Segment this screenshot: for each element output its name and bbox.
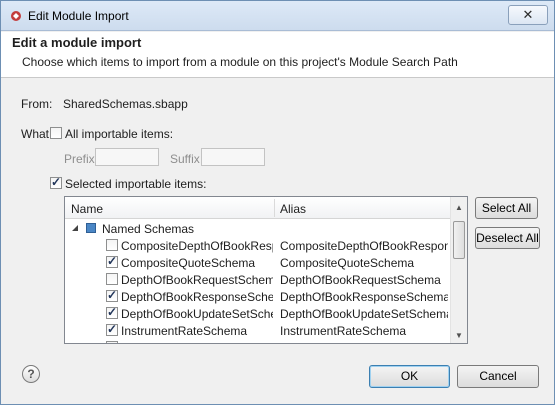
row-alias[interactable]: CompositeQuoteSchema	[280, 256, 448, 270]
from-value: SharedSchemas.sbapp	[63, 97, 188, 111]
row-name: CompositeDepthOfBookResponseSchema	[121, 239, 273, 253]
edit-module-import-dialog: Edit Module Import ✕ Edit a module impor…	[0, 0, 555, 405]
selected-items-label: Selected importable items:	[65, 177, 207, 191]
column-divider[interactable]	[274, 199, 275, 217]
close-button[interactable]: ✕	[508, 5, 548, 25]
row-alias[interactable]: DepthOfBookUpdateSetSchema	[280, 307, 448, 321]
cancel-button[interactable]: Cancel	[457, 365, 539, 388]
table-row[interactable]: DepthOfBookUpdateSetSchema DepthOfBookUpd…	[65, 305, 451, 322]
row-checkbox[interactable]	[106, 239, 118, 251]
select-all-button[interactable]: Select All	[475, 197, 538, 219]
table-row[interactable]: InstrumentSchema InstrumentSchema	[65, 339, 451, 343]
table-header: Name Alias	[65, 197, 467, 219]
row-checkbox[interactable]	[106, 288, 118, 302]
row-alias[interactable]: CompositeDepthOfBookResponseSchema	[280, 239, 448, 253]
table-row[interactable]: CompositeQuoteSchema CompositeQuoteSchema	[65, 254, 451, 271]
row-name: InstrumentRateSchema	[121, 324, 248, 338]
window-title: Edit Module Import	[28, 9, 129, 23]
row-checkbox[interactable]	[106, 341, 118, 343]
from-label: From:	[21, 97, 53, 111]
row-name: DepthOfBookRequestSchema	[121, 273, 273, 287]
selected-items-checkbox[interactable]	[50, 175, 62, 189]
prefix-label: Prefix	[64, 152, 95, 166]
row-name: DepthOfBookUpdateSetSchema	[121, 307, 273, 321]
table-row[interactable]: CompositeDepthOfBookResponseSchema Compos…	[65, 237, 451, 254]
row-name: InstrumentSchema	[121, 341, 273, 343]
column-header-alias[interactable]: Alias	[280, 202, 306, 216]
scroll-up-icon[interactable]: ▲	[455, 203, 463, 212]
row-name: DepthOfBookResponseSchema	[121, 290, 273, 304]
row-checkbox[interactable]	[106, 305, 118, 319]
scroll-down-icon[interactable]: ▼	[455, 331, 463, 340]
group-row[interactable]: ◢ Named Schemas	[65, 220, 451, 237]
dialog-header: Edit a module import Choose which items …	[1, 32, 554, 78]
prefix-input[interactable]	[95, 148, 159, 166]
suffix-label: Suffix	[170, 152, 200, 166]
scroll-thumb[interactable]	[453, 221, 465, 259]
row-alias[interactable]: InstrumentRateSchema	[280, 324, 448, 338]
table-row[interactable]: DepthOfBookRequestSchema DepthOfBookReque…	[65, 271, 451, 288]
row-alias[interactable]: DepthOfBookResponseSchema	[280, 290, 448, 304]
all-items-checkbox[interactable]	[50, 127, 62, 139]
group-label: Named Schemas	[102, 222, 195, 236]
title-bar: Edit Module Import ✕	[1, 1, 554, 31]
row-alias[interactable]: InstrumentSchema	[280, 341, 448, 343]
row-checkbox[interactable]	[106, 322, 118, 336]
table-row[interactable]: DepthOfBookResponseSchema DepthOfBookResp…	[65, 288, 451, 305]
help-icon[interactable]: ?	[22, 365, 40, 383]
row-name: CompositeQuoteSchema	[121, 256, 256, 270]
column-header-name[interactable]: Name	[71, 202, 103, 216]
dialog-heading: Edit a module import	[12, 35, 142, 50]
collapse-triangle-icon[interactable]: ◢	[72, 223, 78, 232]
suffix-input[interactable]	[201, 148, 265, 166]
ok-button[interactable]: OK	[369, 365, 450, 388]
all-items-label: All importable items:	[65, 127, 174, 141]
app-logo-icon	[11, 11, 21, 21]
row-alias[interactable]: DepthOfBookRequestSchema	[280, 273, 448, 287]
row-checkbox[interactable]	[106, 273, 118, 285]
schema-folder-icon	[86, 223, 96, 233]
what-label: What:	[21, 127, 53, 141]
importable-items-table[interactable]: Name Alias ◢ Named Schemas CompositeDept…	[64, 196, 468, 344]
row-checkbox[interactable]	[106, 254, 118, 268]
table-row[interactable]: InstrumentRateSchema InstrumentRateSchema	[65, 322, 451, 339]
deselect-all-button[interactable]: Deselect All	[475, 227, 540, 249]
dialog-description: Choose which items to import from a modu…	[22, 55, 458, 69]
vertical-scrollbar[interactable]: ▲ ▼	[450, 197, 467, 343]
